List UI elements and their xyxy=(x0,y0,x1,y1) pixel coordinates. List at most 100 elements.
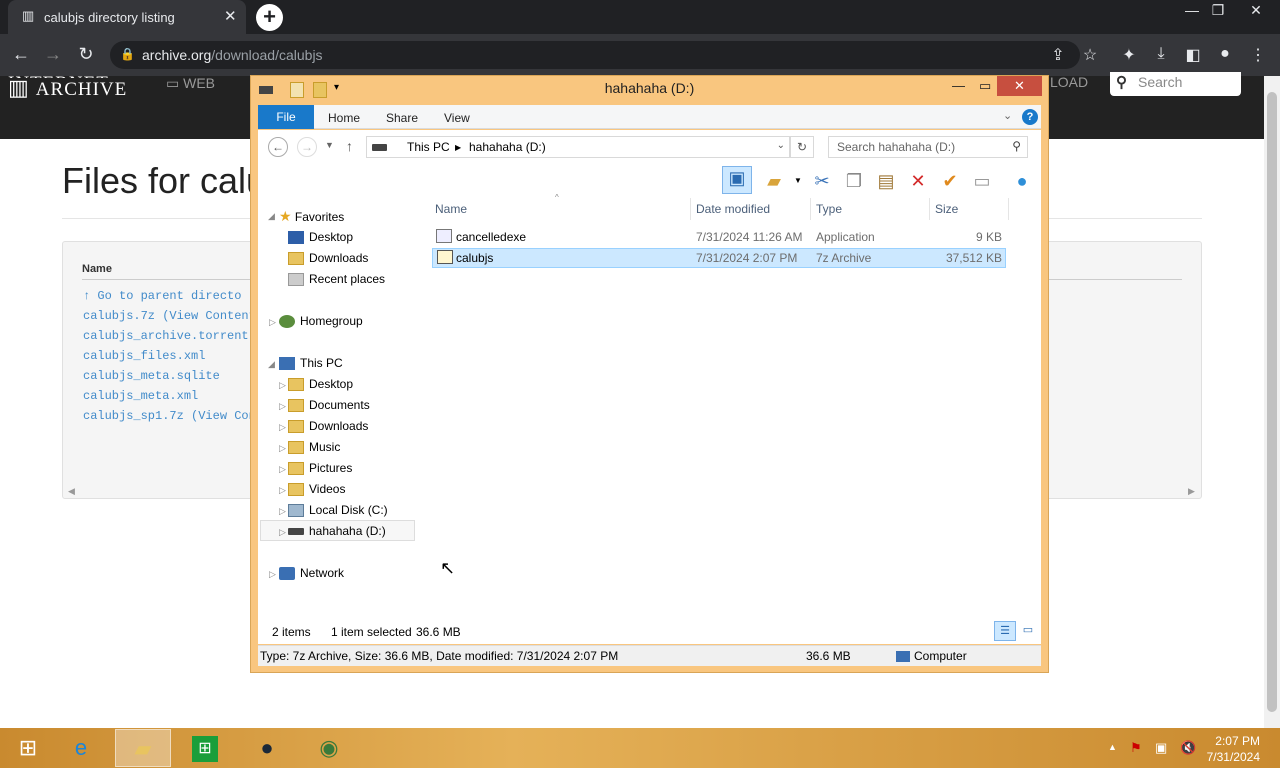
up-icon[interactable]: ↑ xyxy=(346,138,353,154)
file-link[interactable]: calubjs_meta.xml xyxy=(83,389,198,403)
help-icon[interactable]: ? xyxy=(1022,109,1038,125)
address-dropdown-icon[interactable]: ⌄ xyxy=(777,140,785,151)
nav-homegroup[interactable]: Homegroup xyxy=(279,314,363,329)
action-center-icon[interactable]: ⚑ xyxy=(1130,740,1142,756)
page-scrollbar-thumb[interactable] xyxy=(1267,92,1277,712)
expand-icon[interactable]: ▷ xyxy=(279,464,286,475)
internet-explorer-icon[interactable]: e xyxy=(53,729,109,767)
expand-icon[interactable]: ▷ xyxy=(269,317,276,328)
explorer-search-input[interactable]: Search hahahaha (D:) ⚲ xyxy=(828,136,1028,158)
column-divider[interactable] xyxy=(929,198,930,220)
paste-icon[interactable]: ▤ xyxy=(874,170,898,192)
expand-icon[interactable]: ▷ xyxy=(279,422,286,433)
expand-ribbon-icon[interactable]: ⌄ xyxy=(1003,109,1012,122)
nav-local-disk-c[interactable]: Local Disk (C:) xyxy=(288,503,388,518)
ia-search-input[interactable]: ⚲ Search xyxy=(1110,72,1241,96)
tab-share[interactable]: Share xyxy=(386,111,418,125)
expand-icon[interactable]: ▷ xyxy=(279,401,286,412)
side-panel-icon[interactable]: ◧ xyxy=(1182,45,1204,65)
ia-web-nav[interactable]: ▭ WEB xyxy=(166,75,215,92)
nav-pc-downloads[interactable]: Downloads xyxy=(288,419,368,434)
column-type[interactable]: Type xyxy=(816,202,842,216)
rename-icon[interactable]: ▭ xyxy=(970,170,994,192)
nav-pc-documents[interactable]: Documents xyxy=(288,398,370,413)
explorer-minimize-button[interactable]: — xyxy=(952,78,965,93)
globe-app-icon[interactable]: ◉ xyxy=(301,729,357,767)
nav-pc-desktop[interactable]: Desktop xyxy=(288,377,353,392)
name-column-header[interactable]: Name xyxy=(82,263,112,275)
browser-tab[interactable]: ▥ calubjs directory listing ✕ xyxy=(8,0,246,34)
tab-file[interactable]: File xyxy=(258,105,314,129)
nav-fav-downloads[interactable]: Downloads xyxy=(288,251,368,266)
preview-pane-icon[interactable]: ▣ xyxy=(722,166,752,194)
back-icon[interactable]: ← xyxy=(10,44,32,65)
recent-locations-icon[interactable]: ▼ xyxy=(325,140,334,150)
file-link[interactable]: calubjs_files.xml xyxy=(83,349,205,363)
cut-icon[interactable]: ✂ xyxy=(810,170,834,192)
nav-fav-desktop[interactable]: Desktop xyxy=(288,230,353,245)
steam-icon[interactable]: ● xyxy=(239,729,295,767)
explorer-address-bar[interactable]: This PC ▶ hahahaha (D:) ⌄ xyxy=(366,136,790,158)
delete-icon[interactable]: ✕ xyxy=(906,170,930,192)
expand-icon[interactable]: ▷ xyxy=(279,443,286,454)
nav-pc-pictures[interactable]: Pictures xyxy=(288,461,352,476)
share-icon[interactable]: ⇪ xyxy=(1047,45,1069,65)
scroll-left-icon[interactable]: ◀ xyxy=(68,486,75,497)
column-size[interactable]: Size xyxy=(935,202,958,216)
new-tab-button[interactable]: + xyxy=(256,4,283,31)
globe-icon[interactable]: ● xyxy=(1010,170,1034,192)
file-explorer-icon[interactable]: ▰ xyxy=(115,729,171,767)
breadcrumb-drive[interactable]: hahahaha (D:) xyxy=(469,140,546,154)
extension-icon[interactable]: ✦ xyxy=(1118,45,1140,65)
show-hidden-icons[interactable]: ▲ xyxy=(1108,742,1117,752)
file-link[interactable]: calubjs_meta.sqlite xyxy=(83,369,220,383)
column-divider[interactable] xyxy=(690,198,691,220)
breadcrumb-this-pc[interactable]: This PC xyxy=(407,140,450,154)
explorer-close-button[interactable]: ✕ xyxy=(997,76,1042,96)
explorer-maximize-button[interactable]: ▭ xyxy=(979,78,991,94)
details-view-icon[interactable]: ☰ xyxy=(994,621,1016,641)
address-bar[interactable]: 🔒 archive.org/download/calubjs xyxy=(110,41,1080,69)
tab-close-icon[interactable]: ✕ xyxy=(224,7,237,25)
store-icon[interactable]: ⊞ xyxy=(177,729,233,767)
file-link[interactable]: calubjs.7z (View Content xyxy=(83,309,256,323)
nav-this-pc[interactable]: This PC xyxy=(279,356,343,371)
file-link[interactable]: calubjs_archive.torrent xyxy=(83,329,249,343)
expand-icon[interactable]: ▷ xyxy=(269,569,276,580)
file-row[interactable]: cancelledexe 7/31/2024 11:26 AM Applicat… xyxy=(432,227,1006,247)
bookmark-star-icon[interactable]: ☆ xyxy=(1079,45,1101,65)
taskbar-clock[interactable]: 2:07 PM 7/31/2024 xyxy=(1200,733,1260,765)
forward-icon[interactable]: → xyxy=(42,44,64,65)
refresh-icon[interactable]: ↻ xyxy=(790,136,814,158)
checkmark-icon[interactable]: ✔ xyxy=(938,170,962,192)
browser-close-button[interactable]: ✕ xyxy=(1236,2,1276,19)
parent-directory-link[interactable]: ↑ Go to parent directo xyxy=(83,289,241,303)
browser-restore-button[interactable]: ❐ xyxy=(1198,2,1238,19)
menu-icon[interactable]: ⋮ xyxy=(1247,45,1269,65)
reload-icon[interactable]: ↻ xyxy=(75,44,97,65)
copy-icon[interactable]: ❐ xyxy=(842,170,866,192)
collapse-icon[interactable]: ◢ xyxy=(268,359,275,370)
file-link[interactable]: calubjs_sp1.7z (View Con xyxy=(83,409,256,423)
column-name[interactable]: Name xyxy=(435,202,467,216)
folder-options-icon[interactable]: ▰ xyxy=(762,170,786,192)
network-tray-icon[interactable]: ▣ xyxy=(1155,740,1167,756)
expand-icon[interactable]: ▷ xyxy=(279,485,286,496)
file-row-selected[interactable]: calubjs 7/31/2024 2:07 PM 7z Archive 37,… xyxy=(432,248,1006,268)
profile-icon[interactable]: ● xyxy=(1214,45,1236,63)
column-date-modified[interactable]: Date modified xyxy=(696,202,770,216)
nav-drive-d[interactable]: hahahaha (D:) xyxy=(288,524,386,538)
nav-favorites[interactable]: ★ Favorites xyxy=(279,208,344,225)
nav-pc-music[interactable]: Music xyxy=(288,440,340,455)
column-divider[interactable] xyxy=(1008,198,1009,220)
tab-home[interactable]: Home xyxy=(328,111,360,125)
volume-muted-icon[interactable]: 🔇 xyxy=(1180,740,1196,756)
collapse-icon[interactable]: ◢ xyxy=(268,211,275,222)
download-icon[interactable]: ⤓ xyxy=(1150,45,1172,63)
options-dropdown-icon[interactable]: ▼ xyxy=(794,176,802,185)
ia-upload-nav[interactable]: LOAD xyxy=(1050,74,1088,90)
start-windows-icon[interactable]: ⊞ xyxy=(0,729,56,767)
tab-view[interactable]: View xyxy=(444,111,470,125)
ia-logo[interactable]: INTERNET ▥ARCHIVE xyxy=(8,76,127,99)
nav-network[interactable]: Network xyxy=(279,566,344,581)
